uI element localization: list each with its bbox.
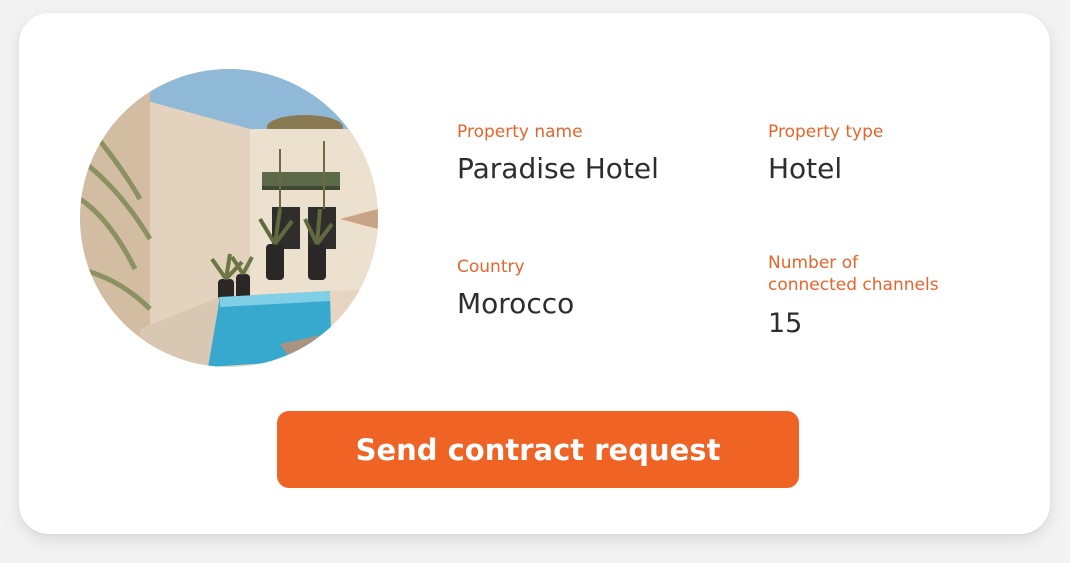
property-name-value: Paradise Hotel: [457, 152, 659, 185]
country-value: Morocco: [457, 287, 575, 320]
property-photo: [80, 69, 378, 367]
property-type-value: Hotel: [768, 152, 843, 185]
connected-channels-label: Number of connected channels: [768, 253, 939, 295]
property-type-field: Property type Hotel: [768, 121, 883, 187]
property-name-field: Property name Paradise Hotel: [457, 121, 659, 187]
connected-channels-field: Number of connected channels 15: [768, 252, 939, 342]
send-contract-request-button[interactable]: Send contract request: [277, 411, 799, 488]
property-name-label: Property name: [457, 122, 583, 142]
hotel-courtyard-pool-photo: [80, 69, 378, 367]
connected-channels-value: 15: [768, 308, 803, 339]
property-card: Property name Paradise Hotel Property ty…: [19, 13, 1050, 534]
country-label: Country: [457, 257, 525, 277]
country-field: Country Morocco: [457, 256, 574, 322]
property-type-label: Property type: [768, 122, 884, 142]
